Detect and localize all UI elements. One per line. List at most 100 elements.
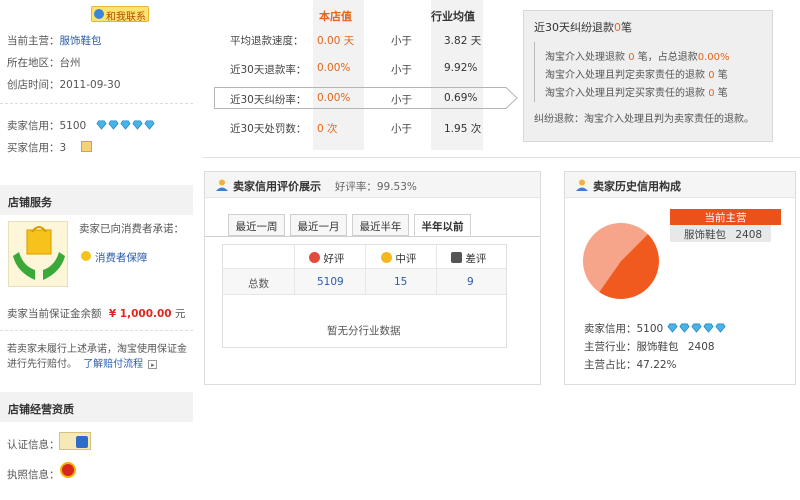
- dispute-note: 纠纷退款：淘宝介入处理且判为卖家责任的退款。: [534, 114, 754, 125]
- shop-info-sidebar: 和我联系 当前主营：服饰鞋包 所在地区：台州 创店时间：2011-09-30 卖…: [0, 0, 193, 500]
- diamond-icon: [703, 323, 714, 333]
- category-tag: 服饰鞋包 2408: [670, 225, 771, 242]
- dispute-line1-text: 淘宝介入处理退款: [545, 52, 625, 63]
- no-industry-data-text: 暂无分行业数据: [327, 325, 401, 337]
- license-emblem-icon[interactable]: [60, 462, 76, 478]
- dispute-line3-count: 0: [708, 88, 715, 99]
- tab-baseline: [205, 236, 540, 237]
- arrow-right-icon: ▸: [148, 360, 158, 369]
- payout-note-line1: 若卖家未履行上述承诺，淘宝使用保证金: [7, 344, 187, 355]
- diamond-rating-icons: [96, 120, 156, 132]
- history-credit-row: 卖家信用：5100: [584, 321, 727, 336]
- penalty-count-industry: 1.95 次: [444, 123, 482, 135]
- seller-credit-value: 5100: [59, 120, 87, 132]
- rating-panel-header: 卖家信用评价展示 好评率：99.53%: [205, 172, 540, 198]
- dispute-rate-value: 0.00%: [317, 92, 351, 104]
- history-panel-title: 卖家历史信用构成: [593, 180, 681, 193]
- dispute-line2-count: 0: [708, 70, 715, 81]
- dispute-line1-pct: 0.00%: [697, 52, 730, 63]
- diamond-icon: [144, 120, 155, 130]
- deposit-unit: 元: [174, 308, 186, 320]
- diamond-icon: [108, 120, 119, 130]
- tab-last-month[interactable]: 最近一月: [290, 214, 347, 236]
- deposit-label: 卖家当前保证金余额: [7, 308, 102, 320]
- good-rating-header: 好评: [323, 253, 345, 265]
- avg-refund-speed-compare: 小于: [391, 35, 412, 47]
- rating-table: 好评 中评 差评 总数 5109 15 9 暂无分行业数据: [222, 244, 507, 348]
- industry-avg-header: 行业均值: [431, 10, 475, 23]
- dispute-detail-list: 淘宝介入处理退款 0 笔，占总退款0.00% 淘宝介入处理且判定卖家责任的退款 …: [534, 42, 762, 102]
- bad-rating-count[interactable]: 9: [467, 276, 474, 288]
- region-label: 所在地区：: [7, 57, 60, 69]
- tab-last-half-year[interactable]: 最近半年: [352, 214, 409, 236]
- tab-before-half-year[interactable]: 半年以前: [414, 214, 471, 236]
- avg-refund-speed-label: 平均退款速度：: [230, 35, 304, 47]
- category-tag-name: 服饰鞋包: [684, 229, 726, 241]
- qualification-header: 店铺经营资质: [0, 392, 193, 422]
- deposit-value: ¥ 1,000.00: [108, 308, 172, 320]
- main-business-link[interactable]: 服饰鞋包: [60, 35, 102, 47]
- positive-rate-label: 好评率：: [334, 181, 377, 193]
- dispute-rate-label: 近30天纠纷率：: [230, 94, 307, 106]
- dispute-title-prefix: 近30天纠纷退款: [534, 21, 614, 34]
- created-value: 2011-09-30: [59, 79, 121, 91]
- dispute-line1-count: 0: [628, 52, 635, 63]
- history-ratio-label: 主营占比：: [584, 359, 637, 371]
- diamond-icon: [679, 323, 690, 333]
- certification-badge-icon[interactable]: [59, 432, 91, 450]
- cert-label: 认证信息：: [7, 439, 60, 451]
- good-rating-count[interactable]: 5109: [317, 276, 344, 288]
- diamond-icon: [667, 323, 678, 333]
- penalty-count-value: 0 次: [317, 123, 338, 135]
- neutral-rating-header: 中评: [395, 253, 417, 265]
- consumer-protection-link[interactable]: 消费者保障: [95, 252, 148, 264]
- contact-seller-button[interactable]: 和我联系: [91, 6, 149, 23]
- payout-process-link[interactable]: 了解赔付流程: [83, 359, 143, 370]
- avg-refund-speed-value: 0.00 天: [317, 35, 355, 47]
- total-label: 总数: [248, 278, 269, 290]
- user-icon: [216, 179, 228, 191]
- dispute-box-title: 近30天纠纷退款0笔: [534, 19, 632, 35]
- neutral-rating-count[interactable]: 15: [394, 276, 407, 288]
- dispute-line2-text: 淘宝介入处理且判定卖家责任的退款: [545, 70, 705, 81]
- penalty-count-compare: 小于: [391, 123, 412, 135]
- store-service-header: 店铺服务: [0, 185, 193, 215]
- region-value: 台州: [59, 57, 81, 69]
- history-panel-header: 卖家历史信用构成: [565, 172, 795, 198]
- diamond-icon: [96, 120, 107, 130]
- avg-refund-speed-industry: 3.82 天: [444, 35, 482, 47]
- dispute-refund-box: 近30天纠纷退款0笔 淘宝介入处理退款 0 笔，占总退款0.00% 淘宝介入处理…: [523, 10, 773, 142]
- diamond-icon: [132, 120, 143, 130]
- history-ratio-row: 主营占比：47.22%: [584, 357, 677, 372]
- tab-last-week[interactable]: 最近一周: [228, 214, 285, 236]
- user-icon: [576, 179, 588, 191]
- refund-rate-value: 0.00%: [317, 62, 351, 74]
- bulb-icon: [81, 251, 91, 261]
- bad-rating-header: 差评: [465, 253, 487, 265]
- store-value-header: 本店值: [319, 10, 352, 23]
- diamond-icon: [120, 120, 131, 130]
- license-label: 执照信息：: [7, 469, 60, 481]
- credit-pie-chart: [582, 222, 659, 299]
- seller-credit-label: 卖家信用：: [7, 120, 60, 132]
- main-business-label: 当前主营：: [7, 35, 60, 47]
- diamond-icon: [691, 323, 702, 333]
- credit-history-panel: 卖家历史信用构成 当前主营 服饰鞋包 2408 卖家信用：5100 主营行业：服…: [564, 171, 796, 385]
- seller-rating-panel: 卖家信用评价展示 好评率：99.53% 最近一周 最近一月 最近半年 半年以前 …: [204, 171, 541, 385]
- neutral-rating-flower-icon: [381, 252, 392, 263]
- contact-label: 和我联系: [106, 12, 146, 23]
- refund-rate-label: 近30天退款率：: [230, 64, 307, 76]
- history-industry-value: 服饰鞋包: [636, 341, 679, 353]
- created-label: 创店时间：: [7, 79, 60, 91]
- buyer-credit-value: 3: [59, 142, 67, 154]
- bad-rating-icon: [451, 252, 462, 263]
- history-credit-value: 5100: [636, 323, 664, 335]
- refund-rate-industry: 9.92%: [444, 62, 478, 74]
- dispute-line3-suffix: 笔: [717, 88, 728, 99]
- deposit-row: 卖家当前保证金余额 ¥ 1,000.00 元: [7, 306, 185, 321]
- buyer-level-icon: [81, 141, 92, 152]
- refund-rate-compare: 小于: [391, 64, 412, 76]
- category-tag-value: 2408: [735, 229, 763, 241]
- dispute-line1-suffix: 笔，占总退款: [637, 52, 698, 63]
- dispute-line2-suffix: 笔: [717, 70, 728, 81]
